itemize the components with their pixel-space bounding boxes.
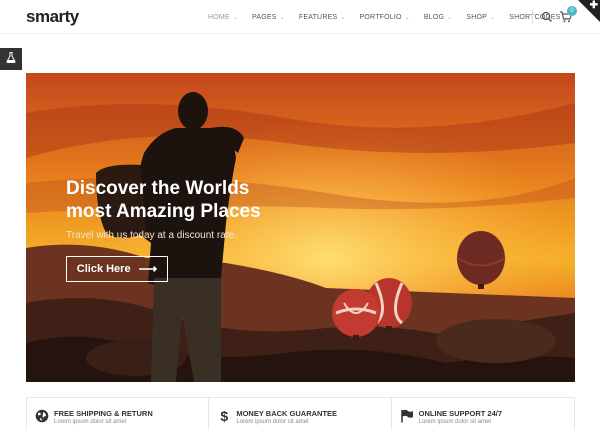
nav-item-label: SHOP bbox=[466, 13, 488, 21]
nav-item-label: HOME bbox=[208, 13, 230, 21]
dollar-icon: $ bbox=[220, 408, 229, 424]
hero-background-image bbox=[26, 73, 575, 382]
feature-subtitle: Lorem ipsum dolor sit amet bbox=[54, 419, 127, 425]
feature-subtitle: Lorem ipsum dolor sit amet bbox=[418, 419, 492, 425]
feature-title: ONLINE SUPPORT 24/7 bbox=[418, 409, 503, 418]
hero-slider: Discover the Worlds most Amazing Places … bbox=[26, 73, 575, 382]
nav-item-portfolio[interactable]: PORTFOLIO ⌄ bbox=[360, 14, 410, 21]
hero-heading-line-2: most Amazing Places bbox=[66, 201, 261, 222]
chevron-down-icon: ⌄ bbox=[340, 14, 346, 21]
feature-support: ONLINE SUPPORT 24/7 Lorem ipsum dolor si… bbox=[392, 398, 574, 430]
nav-item-home[interactable]: HOME ⌄ bbox=[208, 14, 238, 21]
search-icon[interactable] bbox=[541, 10, 553, 22]
chevron-down-icon: ⌄ bbox=[279, 14, 285, 21]
arrow-right-icon: ⟶ bbox=[138, 261, 158, 276]
cart-count-badge: 0 bbox=[567, 6, 577, 16]
hero-heading-line-1: Discover the Worlds bbox=[66, 178, 250, 199]
globe-icon bbox=[35, 409, 49, 423]
feature-subtitle: Lorem ipsum dolor sit amet bbox=[236, 419, 309, 425]
nav-item-blog[interactable]: BLOG ⌄ bbox=[424, 14, 453, 21]
feature-shipping: FREE SHIPPING & RETURN Lorem ipsum dolor… bbox=[27, 398, 210, 430]
nav-item-pages[interactable]: PAGES ⌄ bbox=[252, 14, 285, 21]
site-header: smarty HOME ⌄ PAGES ⌄ FEATURES ⌄ PORTFOLIO ⌄… bbox=[0, 0, 600, 34]
features-bar: FREE SHIPPING & RETURN Lorem ipsum dolor… bbox=[26, 397, 575, 430]
nav-item-label: BLOG bbox=[423, 13, 445, 21]
nav-item-shop[interactable]: SHOP ⌄ bbox=[466, 14, 495, 21]
site-logo[interactable]: smarty bbox=[26, 7, 79, 27]
flask-icon bbox=[6, 50, 16, 68]
click-here-label: Click Here bbox=[76, 263, 131, 275]
feature-title: MONEY BACK GUARANTEE bbox=[236, 409, 338, 418]
hero-subtitle: Travel with us today at a discount rate. bbox=[66, 230, 237, 241]
side-panel-toggle[interactable] bbox=[0, 48, 22, 70]
nav-item-label: PORTFOLIO bbox=[359, 13, 402, 21]
feature-title: FREE SHIPPING & RETURN bbox=[54, 409, 153, 418]
chevron-down-icon: ⌄ bbox=[447, 14, 453, 21]
chevron-down-icon: ⌄ bbox=[490, 14, 496, 21]
click-here-button[interactable]: Click Here ⟶ bbox=[66, 256, 168, 282]
nav-item-label: PAGES bbox=[252, 13, 277, 21]
main-nav: HOME ⌄ PAGES ⌄ FEATURES ⌄ PORTFOLIO ⌄ BLOG ⌄ … bbox=[208, 0, 583, 34]
nav-divider bbox=[532, 10, 533, 24]
chevron-down-icon: ⌄ bbox=[232, 14, 239, 21]
flag-icon bbox=[400, 409, 414, 423]
feature-money-back: $ MONEY BACK GUARANTEE Lorem ipsum dolor… bbox=[209, 398, 392, 430]
hero-heading: Discover the Worlds most Amazing Places bbox=[66, 177, 326, 223]
nav-item-features[interactable]: FEATURES ⌄ bbox=[299, 14, 346, 21]
chevron-down-icon: ⌄ bbox=[404, 14, 410, 21]
nav-item-label: FEATURES bbox=[298, 13, 338, 21]
plus-icon[interactable]: ✚ bbox=[590, 0, 598, 11]
